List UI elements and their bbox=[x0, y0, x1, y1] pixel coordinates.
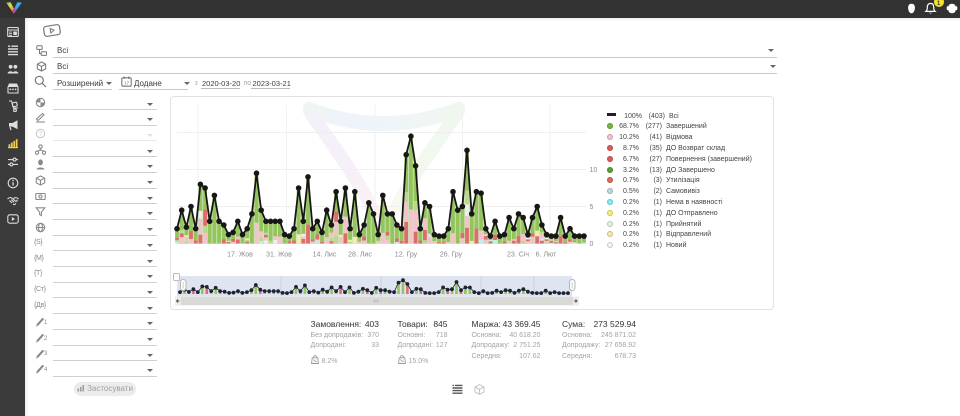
svg-text:23. Січ: 23. Січ bbox=[507, 251, 529, 259]
svg-text:12. Гру: 12. Гру bbox=[395, 252, 418, 259]
svg-text:5: 5 bbox=[590, 204, 594, 211]
svg-text:28. Лис: 28. Лис bbox=[348, 252, 372, 259]
svg-text:17. Жов: 17. Жов bbox=[227, 252, 253, 259]
svg-text:31. Жов: 31. Жов bbox=[266, 252, 292, 259]
svg-text:6. Лют: 6. Лют bbox=[536, 252, 557, 259]
svg-text:17: 17 bbox=[123, 80, 129, 85]
svg-text:0: 0 bbox=[590, 241, 594, 248]
svg-text:10: 10 bbox=[590, 167, 598, 174]
svg-text:?: ? bbox=[39, 131, 43, 137]
svg-text:26. Гру: 26. Гру bbox=[440, 252, 463, 259]
svg-text:14. Лис: 14. Лис bbox=[313, 252, 337, 259]
